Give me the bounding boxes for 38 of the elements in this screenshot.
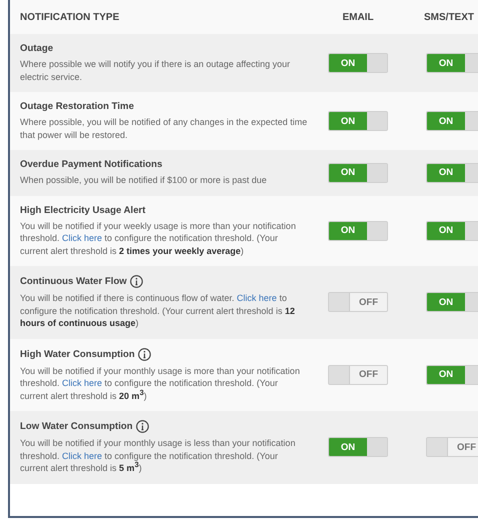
toggle-switch[interactable]: ON bbox=[426, 111, 478, 131]
info-icon[interactable] bbox=[130, 275, 143, 288]
notification-title: Continuous Water Flow bbox=[20, 276, 127, 287]
column-header: NOTIFICATION TYPE bbox=[20, 12, 120, 22]
column-header: EMAIL bbox=[341, 12, 375, 22]
toggle-switch[interactable]: ON bbox=[328, 53, 388, 73]
toggle-switch[interactable]: ON bbox=[426, 292, 478, 312]
column-header: SMS/TEXT bbox=[424, 12, 474, 22]
toggle-switch[interactable]: OFF bbox=[328, 292, 388, 312]
info-icon[interactable] bbox=[136, 420, 149, 433]
click-here-link[interactable]: Click here bbox=[236, 293, 277, 303]
click-here-link[interactable]: Click here bbox=[62, 450, 102, 460]
notification-description: When possible, you will be notified if $100 or more is past due bbox=[20, 174, 268, 186]
notification-description: You will be notified if your monthly usage is less than your notification threshold. Click here to configure the notification threshold. (Your current alert threshold is 5 m$^{3}$) bbox=[20, 437, 296, 474]
toggle-switch[interactable]: ON bbox=[426, 364, 478, 385]
notification-description: You will be notified if there is continuous flow of water. Click here to configure the notification threshold. (Your current alert threshold is 12 hours of continuous usage) bbox=[20, 292, 296, 330]
toggle-switch[interactable]: ON bbox=[328, 220, 388, 241]
toggle-switch[interactable]: OFF bbox=[328, 364, 388, 385]
toggle-switch[interactable]: ON bbox=[426, 162, 478, 183]
toggle-switch[interactable]: ON bbox=[328, 162, 388, 183]
toggle-switch[interactable]: ON bbox=[426, 220, 478, 241]
notification-title: Outage Restoration Time bbox=[20, 101, 134, 112]
toggle-switch[interactable]: ON bbox=[328, 111, 388, 131]
toggle-switch[interactable]: ON bbox=[426, 53, 478, 73]
notification-description: Where possible we will notify you if there is an outage affecting your electric service. bbox=[20, 58, 291, 83]
click-here-link[interactable]: Click here bbox=[62, 378, 102, 388]
notification-title: Low Water Consumption bbox=[20, 421, 133, 432]
notification-description: You will be notified if your weekly usage is more than your notification threshold. Click here to configure the notification threshold. (Your current alert threshold is 2 times your weekly average) bbox=[20, 220, 297, 257]
notification-description: You will be notified if your monthly usage is more than your notification threshold. Click here to configure the notification threshold. (Your current alert threshold is 20 m$^{3}$) bbox=[20, 364, 301, 402]
notification-title: High Electricity Usage Alert bbox=[20, 204, 146, 216]
click-here-link[interactable]: Click here bbox=[62, 233, 102, 243]
toggle-switch[interactable]: OFF bbox=[426, 437, 478, 458]
info-icon[interactable] bbox=[138, 348, 151, 360]
notification-description: Where possible, you will be notified of any changes in the expected time that power will be restored. bbox=[20, 116, 308, 141]
notification-title: Overdue Payment Notifications bbox=[20, 159, 162, 170]
toggle-switch[interactable]: ON bbox=[328, 437, 388, 458]
notification-title: Outage bbox=[20, 43, 54, 54]
notification-title: High Water Consumption bbox=[20, 348, 135, 360]
